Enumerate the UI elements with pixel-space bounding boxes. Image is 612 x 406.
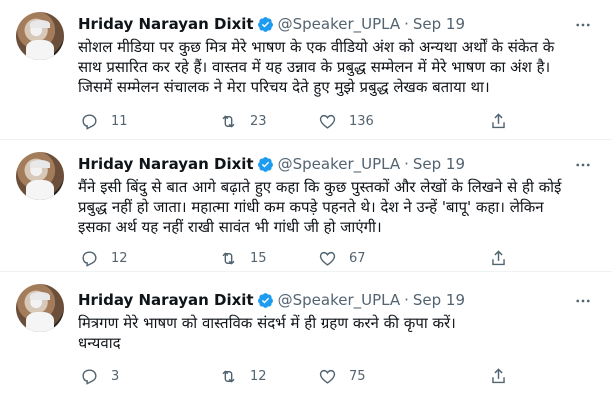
verified-badge-icon — [257, 16, 273, 32]
tweet-text-line: प्रबुद्ध नहीं हो जाता। महात्मा गांधी कम … — [78, 198, 544, 216]
author-handle[interactable]: @Speaker_UPLA — [278, 155, 401, 173]
verified-badge-icon — [257, 292, 273, 308]
reply-button[interactable]: 12 — [80, 249, 128, 268]
retweet-button[interactable]: 12 — [219, 367, 267, 386]
retweet-button[interactable]: 15 — [219, 249, 267, 268]
reply-button[interactable]: 11 — [80, 112, 128, 131]
share-button[interactable] — [489, 367, 508, 386]
share-button[interactable] — [489, 249, 508, 268]
separator-dot: · — [404, 291, 409, 309]
separator-dot: · — [404, 15, 409, 33]
tweet-header: Hriday Narayan Dixit @Speaker_UPLA · Sep… — [78, 154, 465, 174]
retweet-button[interactable]: 23 — [219, 112, 267, 131]
share-icon — [492, 249, 505, 265]
tweet-date[interactable]: Sep 19 — [413, 291, 465, 309]
tweet-text: मैंने इसी बिंदु से बात आगे बढ़ाते हुए कह… — [78, 177, 598, 237]
retweet-count: 23 — [250, 113, 267, 129]
share-icon — [492, 112, 505, 128]
heart-icon — [319, 114, 336, 129]
tweet-text-line: मैंने इसी बिंदु से बात आगे बढ़ाते हुए कह… — [78, 178, 562, 196]
share-button[interactable] — [489, 112, 508, 131]
retweet-icon — [222, 114, 235, 128]
retweet-icon — [222, 369, 235, 383]
tweet-text-line: जिसमें सम्मेलन संचालक ने मेरा परिचय देते… — [78, 78, 490, 96]
heart-icon — [319, 251, 336, 266]
reply-icon — [82, 368, 97, 385]
like-count: 75 — [349, 368, 366, 384]
more-horizontal-icon[interactable] — [574, 292, 592, 310]
reply-count: 3 — [111, 368, 120, 384]
tweet-text-line: धन्यवाद — [78, 334, 121, 352]
retweet-count: 12 — [250, 368, 267, 384]
avatar[interactable] — [16, 284, 64, 332]
tweet[interactable]: Hriday Narayan Dixit @Speaker_UPLA · Sep… — [0, 0, 612, 140]
tweet-header: Hriday Narayan Dixit @Speaker_UPLA · Sep… — [78, 290, 465, 310]
tweet-date[interactable]: Sep 19 — [413, 15, 465, 33]
tweet-text: मित्रगण मेरे भाषण को वास्तविक संदर्भ में… — [78, 313, 598, 353]
separator-dot: · — [404, 155, 409, 173]
verified-badge-icon — [257, 156, 273, 172]
tweet-text-line: इसका अर्थ यह नहीं राखी सावंत भी गांधी जी… — [78, 218, 382, 236]
retweet-count: 15 — [250, 250, 267, 266]
author-name[interactable]: Hriday Narayan Dixit — [78, 155, 254, 173]
tweet-thread: Hriday Narayan Dixit @Speaker_UPLA · Sep… — [0, 0, 612, 406]
like-button[interactable]: 75 — [318, 367, 366, 386]
reply-count: 12 — [111, 250, 128, 266]
more-horizontal-icon[interactable] — [574, 156, 592, 174]
tweet-text-line: सोशल मीडिया पर कुछ मित्र मेरे भाषण के एक… — [78, 38, 555, 56]
tweet-actions: 3 12 75 — [72, 366, 532, 386]
tweet-header: Hriday Narayan Dixit @Speaker_UPLA · Sep… — [78, 14, 465, 34]
tweet-text-line: साथ प्रसारित कर रहे हैं। वास्तव में यह उ… — [78, 58, 551, 76]
avatar[interactable] — [16, 152, 64, 200]
retweet-icon — [222, 251, 235, 265]
share-icon — [492, 367, 505, 383]
reply-icon — [82, 113, 97, 130]
reply-icon — [82, 250, 97, 267]
tweet[interactable]: Hriday Narayan Dixit @Speaker_UPLA · Sep… — [0, 272, 612, 406]
like-count: 136 — [349, 113, 374, 129]
reply-count: 11 — [111, 113, 128, 129]
tweet-date[interactable]: Sep 19 — [413, 155, 465, 173]
tweet-actions: 12 15 67 — [72, 248, 532, 268]
author-name[interactable]: Hriday Narayan Dixit — [78, 291, 254, 309]
tweet-actions: 11 23 136 — [72, 111, 532, 131]
author-handle[interactable]: @Speaker_UPLA — [278, 15, 401, 33]
heart-icon — [319, 369, 336, 384]
reply-button[interactable]: 3 — [80, 367, 119, 386]
like-button[interactable]: 67 — [318, 249, 366, 268]
tweet-text: सोशल मीडिया पर कुछ मित्र मेरे भाषण के एक… — [78, 37, 598, 97]
avatar[interactable] — [16, 12, 64, 60]
tweet[interactable]: Hriday Narayan Dixit @Speaker_UPLA · Sep… — [0, 140, 612, 272]
like-button[interactable]: 136 — [318, 112, 374, 131]
author-name[interactable]: Hriday Narayan Dixit — [78, 15, 254, 33]
tweet-text-line: मित्रगण मेरे भाषण को वास्तविक संदर्भ में… — [78, 314, 456, 332]
like-count: 67 — [349, 250, 366, 266]
author-handle[interactable]: @Speaker_UPLA — [278, 291, 401, 309]
more-horizontal-icon[interactable] — [574, 16, 592, 34]
